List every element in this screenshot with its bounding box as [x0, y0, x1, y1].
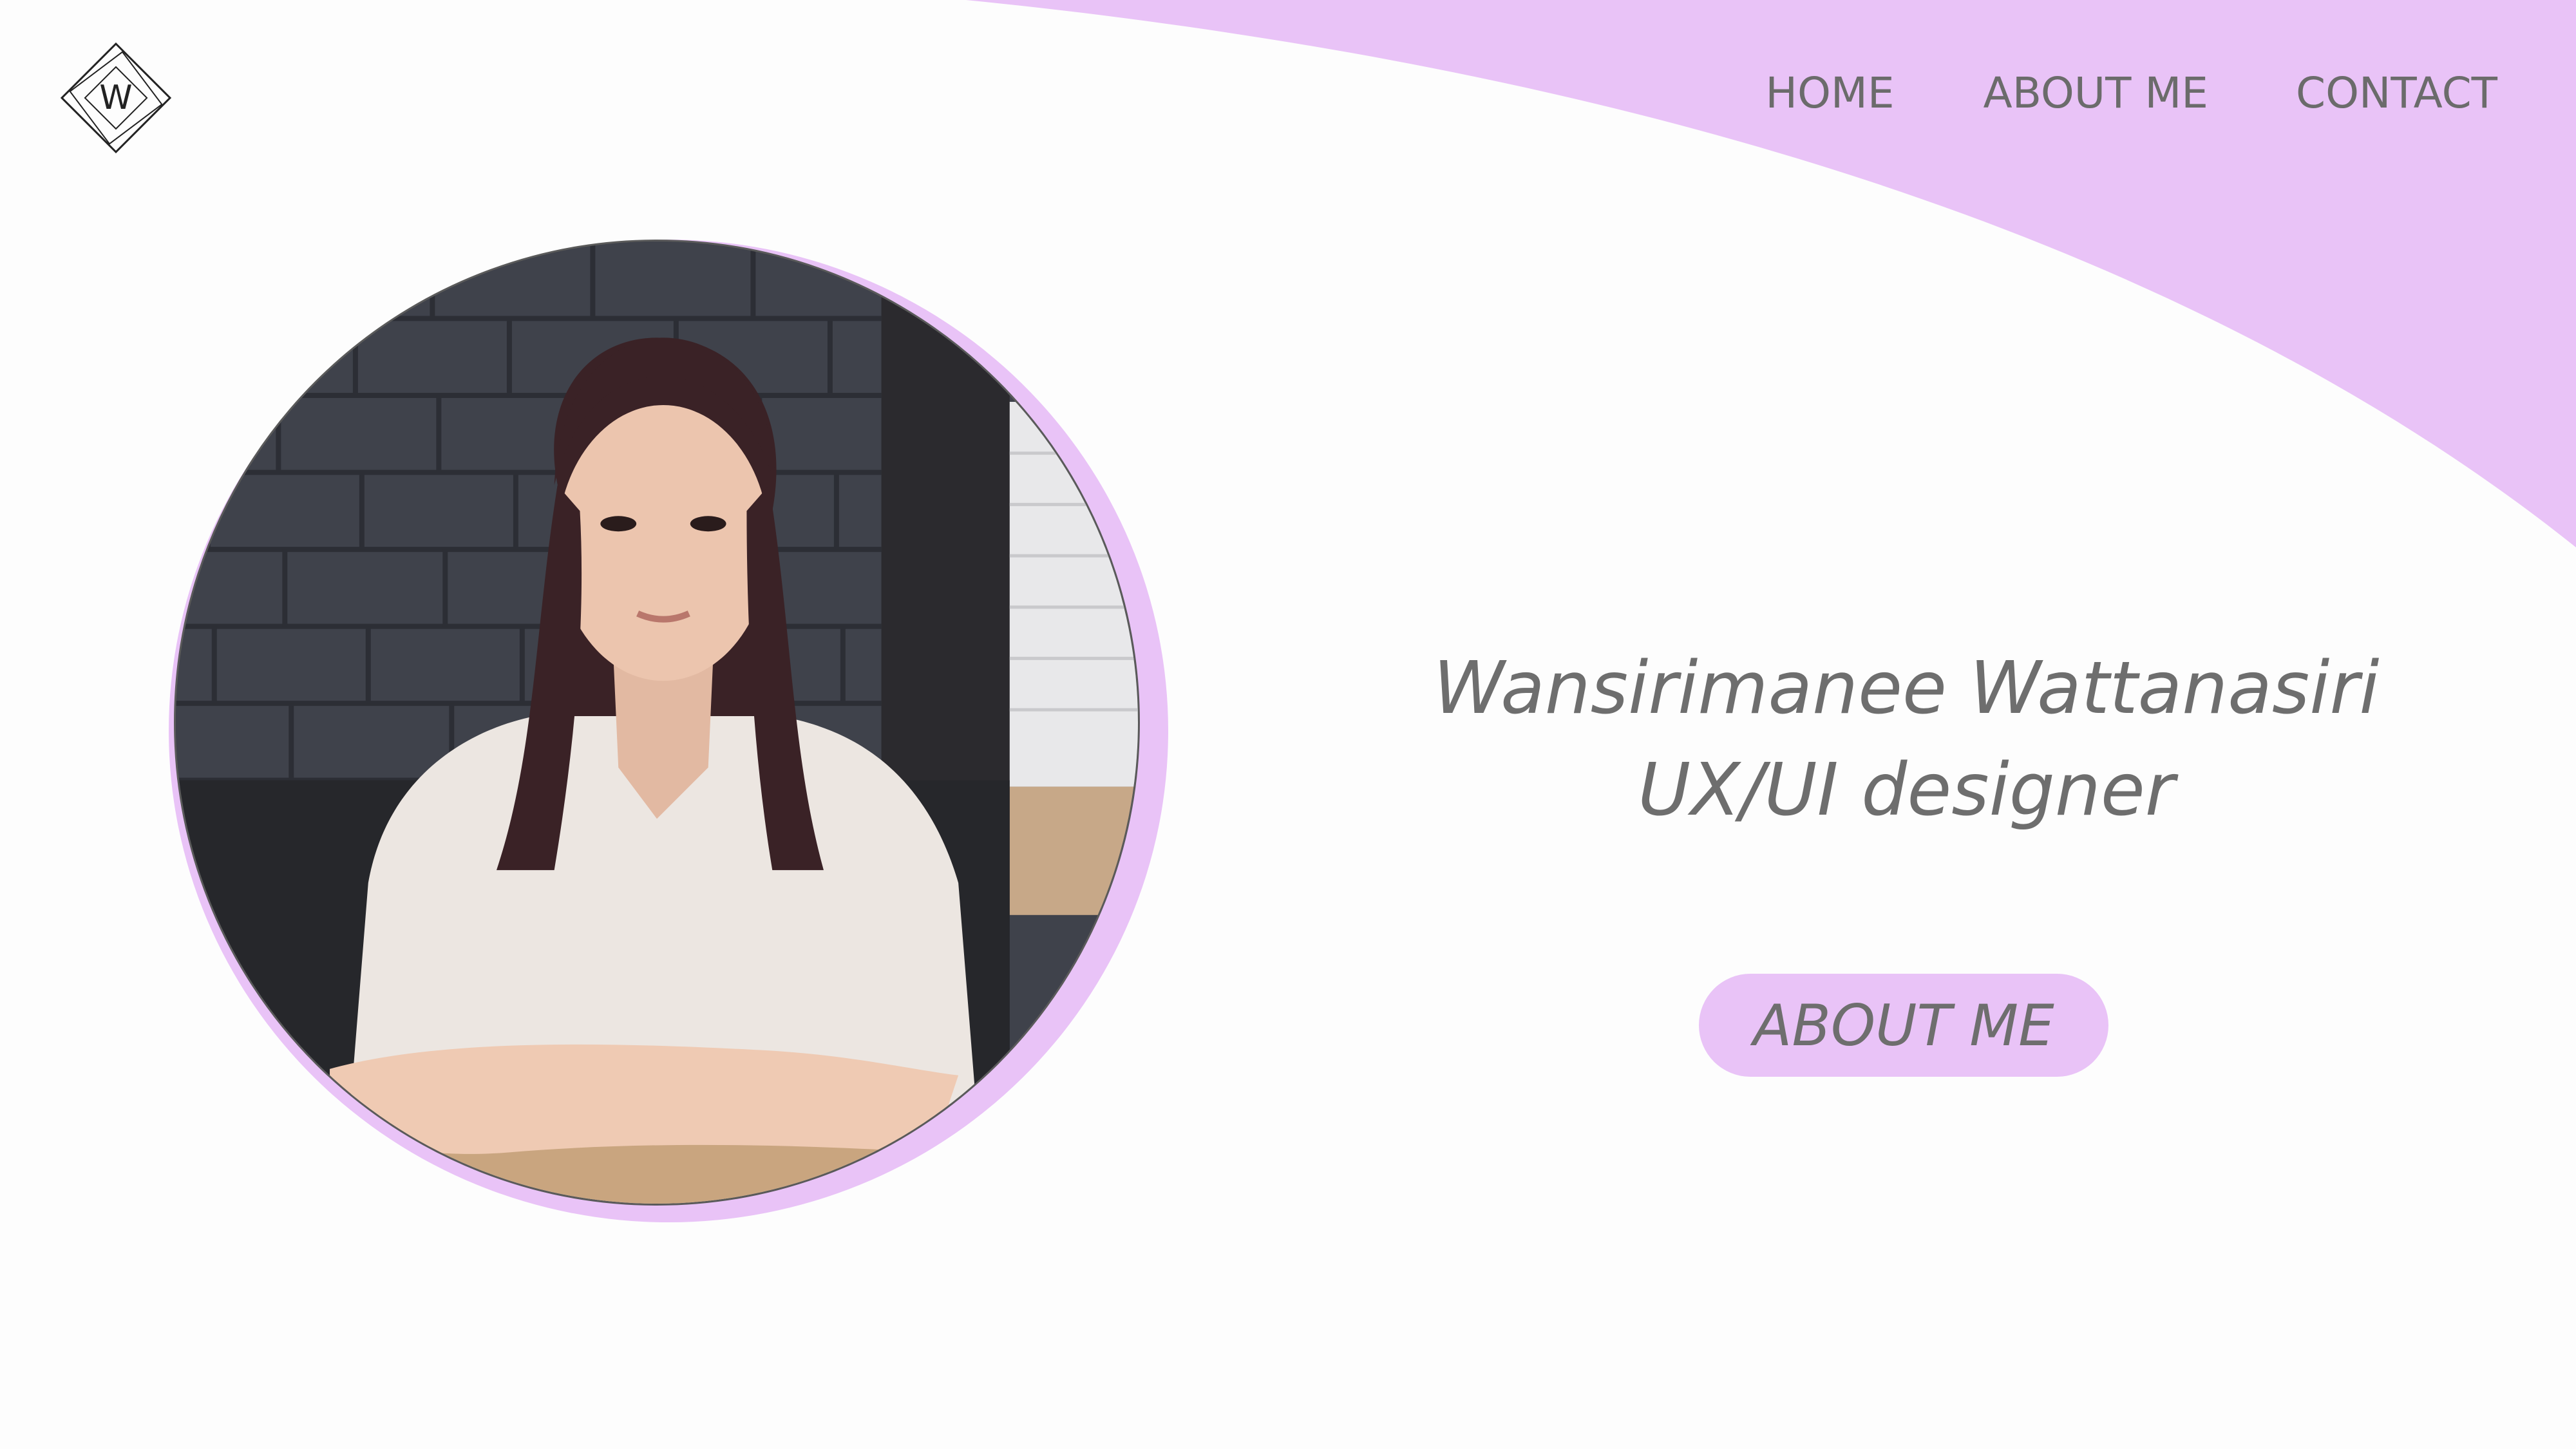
about-me-button[interactable]: ABOUT ME	[1699, 974, 2108, 1077]
logo-letter: W	[99, 79, 133, 117]
profile-photo	[174, 240, 1140, 1206]
hero-role: UX/UI designer	[1638, 748, 2175, 832]
site-logo[interactable]: W	[58, 40, 174, 156]
portfolio-home-page: W HOME ABOUT ME CONTACT Wansirimanee Wat…	[0, 0, 2576, 1449]
main-nav: HOME ABOUT ME CONTACT	[1765, 64, 2497, 122]
profile-photo-illustration	[176, 242, 1138, 1204]
hero-intro: Wansirimanee Wattanasiri UX/UI designer	[1385, 638, 2428, 841]
nav-link-about-me[interactable]: ABOUT ME	[1984, 64, 2208, 122]
nav-link-home[interactable]: HOME	[1765, 64, 1894, 122]
hero-name: Wansirimanee Wattanasiri	[1433, 647, 2380, 730]
nav-link-contact[interactable]: CONTACT	[2296, 64, 2497, 122]
